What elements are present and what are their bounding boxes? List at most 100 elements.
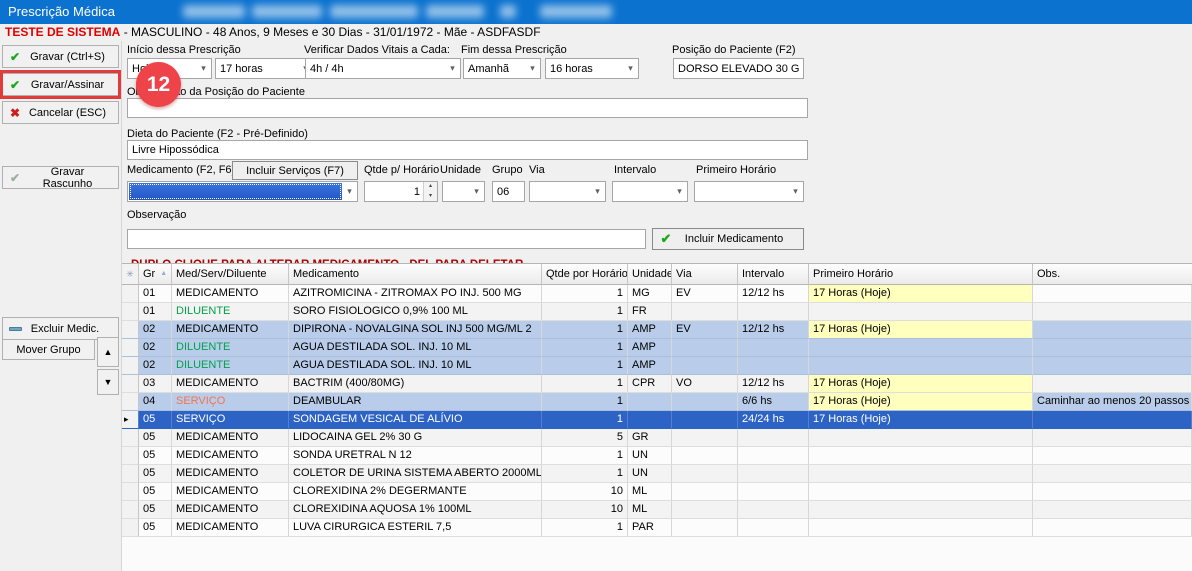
cell-obs xyxy=(1033,321,1192,339)
column-header-medicamento[interactable]: Medicamento xyxy=(289,264,542,285)
row-indicator xyxy=(122,321,139,339)
vitais-value: 4h / 4h xyxy=(310,63,344,75)
vitais-combobox[interactable]: 4h / 4h ▾ xyxy=(305,58,461,79)
incluir-servicos-label: Incluir Serviços (F7) xyxy=(246,165,344,177)
intervalo-combobox[interactable]: ▾ xyxy=(612,181,688,202)
cell-first-time xyxy=(809,465,1033,483)
posicao-label: Posição do Paciente (F2) xyxy=(672,44,796,56)
cell-route xyxy=(672,483,738,501)
table-row[interactable]: 01DILUENTESORO FISIOLOGICO 0,9% 100 ML1F… xyxy=(122,303,1192,321)
cell-unit: AMP xyxy=(628,339,672,357)
primeiro-label: Primeiro Horário xyxy=(696,164,776,176)
cell-type: MEDICAMENTO xyxy=(172,519,289,537)
column-header-unidade[interactable]: Unidade xyxy=(628,264,672,285)
cell-group: 05 xyxy=(139,429,172,447)
patient-details: - MASCULINO - 48 Anos, 9 Meses e 30 Dias… xyxy=(120,25,540,39)
primeiro-combobox[interactable]: ▾ xyxy=(694,181,804,202)
cell-unit: UN xyxy=(628,447,672,465)
save-button-label: Gravar (Ctrl+S) xyxy=(27,51,118,63)
chevron-down-icon: ▾ xyxy=(342,186,357,197)
observacao-input[interactable] xyxy=(127,229,646,249)
cell-unit xyxy=(628,411,672,429)
cell-qty: 1 xyxy=(542,339,628,357)
move-down-button[interactable]: ▼ xyxy=(97,369,119,395)
cell-qty: 1 xyxy=(542,465,628,483)
column-header-medserv[interactable]: Med/Serv/Diluente xyxy=(172,264,289,285)
cancel-button[interactable]: ✖ Cancelar (ESC) xyxy=(2,101,119,124)
grupo-input[interactable] xyxy=(492,181,525,202)
sidebar: ✔ Gravar (Ctrl+S) ✔ Gravar/Assinar ✖ Can… xyxy=(0,41,122,571)
fim-day-combobox[interactable]: Amanhã ▾ xyxy=(463,58,541,79)
cell-interval xyxy=(738,429,809,447)
cell-group: 05 xyxy=(139,483,172,501)
check-icon: ✔ xyxy=(653,231,679,247)
via-combobox[interactable]: ▾ xyxy=(529,181,606,202)
grupo-label: Grupo xyxy=(492,164,523,176)
table-row[interactable]: ▸05SERVIÇOSONDAGEM VESICAL DE ALÍVIO124/… xyxy=(122,411,1192,429)
table-row[interactable]: 02DILUENTEAGUA DESTILADA SOL. INJ. 10 ML… xyxy=(122,339,1192,357)
table-row[interactable]: 05MEDICAMENTOCLOREXIDINA 2% DEGERMANTE10… xyxy=(122,483,1192,501)
spin-up-icon[interactable]: ▴ xyxy=(424,182,437,192)
incluir-servicos-button[interactable]: Incluir Serviços (F7) xyxy=(232,161,358,180)
inicio-time-value: 17 horas xyxy=(220,63,263,75)
move-group-button[interactable]: Mover Grupo xyxy=(2,339,95,360)
save-draft-button[interactable]: ✔ Gravar Rascunho xyxy=(2,166,119,189)
dieta-label: Dieta do Paciente (F2 - Pré-Definido) xyxy=(127,128,308,140)
table-row[interactable]: 01MEDICAMENTOAZITROMICINA - ZITROMAX PO … xyxy=(122,285,1192,303)
table-row[interactable]: 03MEDICAMENTOBACTRIM (400/80MG)1CPRVO12/… xyxy=(122,375,1192,393)
patient-info-bar: TESTE DE SISTEMA - MASCULINO - 48 Anos, … xyxy=(0,24,1192,41)
table-row[interactable]: 05MEDICAMENTOSONDA URETRAL N 121UN xyxy=(122,447,1192,465)
save-draft-button-label: Gravar Rascunho xyxy=(27,166,118,190)
column-header-primeiro[interactable]: Primeiro Horário xyxy=(809,264,1033,285)
table-row[interactable]: 04SERVIÇODEAMBULAR16/6 hs17 Horas (Hoje)… xyxy=(122,393,1192,411)
redacted-text xyxy=(330,5,418,18)
cell-qty: 1 xyxy=(542,357,628,375)
cell-group: 04 xyxy=(139,393,172,411)
table-row[interactable]: 05MEDICAMENTOLUVA CIRURGICA ESTERIL 7,51… xyxy=(122,519,1192,537)
cell-first-time xyxy=(809,501,1033,519)
column-header-obs[interactable]: Obs. xyxy=(1033,264,1192,285)
cell-route xyxy=(672,357,738,375)
table-row[interactable]: 05MEDICAMENTOLIDOCAINA GEL 2% 30 G5GR xyxy=(122,429,1192,447)
posicao-combobox[interactable]: DORSO ELEVADO 30 G ▾ xyxy=(673,58,804,79)
dieta-input[interactable] xyxy=(127,140,808,160)
cell-medication: LUVA CIRURGICA ESTERIL 7,5 xyxy=(289,519,542,537)
table-row[interactable]: 05MEDICAMENTOCOLETOR DE URINA SISTEMA AB… xyxy=(122,465,1192,483)
save-button[interactable]: ✔ Gravar (Ctrl+S) xyxy=(2,45,119,68)
row-indicator xyxy=(122,501,139,519)
cell-first-time xyxy=(809,483,1033,501)
cancel-button-label: Cancelar (ESC) xyxy=(27,107,118,119)
column-header-qtde[interactable]: Qtde por Horário xyxy=(542,264,628,285)
cell-qty: 1 xyxy=(542,303,628,321)
via-label: Via xyxy=(529,164,545,176)
table-row[interactable]: 02MEDICAMENTODIPIRONA - NOVALGINA SOL IN… xyxy=(122,321,1192,339)
cell-first-time: 17 Horas (Hoje) xyxy=(809,393,1033,411)
cell-medication: CLOREXIDINA 2% DEGERMANTE xyxy=(289,483,542,501)
column-header-via[interactable]: Via xyxy=(672,264,738,285)
table-row[interactable]: 05MEDICAMENTOCLOREXIDINA AQUOSA 1% 100ML… xyxy=(122,501,1192,519)
move-up-button[interactable]: ▲ xyxy=(97,337,119,367)
stepper-arrows[interactable]: ▴ ▾ xyxy=(423,182,437,201)
inicio-time-combobox[interactable]: 17 horas ▾ xyxy=(215,58,314,79)
table-row[interactable]: 02DILUENTEAGUA DESTILADA SOL. INJ. 10 ML… xyxy=(122,357,1192,375)
posicao-value: DORSO ELEVADO 30 G xyxy=(678,63,799,75)
medicamento-combobox[interactable]: ▾ xyxy=(127,181,358,202)
cell-medication: BACTRIM (400/80MG) xyxy=(289,375,542,393)
cell-medication: AGUA DESTILADA SOL. INJ. 10 ML xyxy=(289,339,542,357)
column-header-gr[interactable]: Gr ▲ xyxy=(139,264,172,285)
cell-qty: 1 xyxy=(542,411,628,429)
cell-group: 05 xyxy=(139,519,172,537)
row-indicator xyxy=(122,285,139,303)
qtde-stepper[interactable]: 1 ▴ ▾ xyxy=(364,181,438,202)
check-icon: ✔ xyxy=(3,50,27,64)
unidade-combobox[interactable]: ▾ xyxy=(442,181,485,202)
cell-type: MEDICAMENTO xyxy=(172,321,289,339)
column-header-intervalo[interactable]: Intervalo xyxy=(738,264,809,285)
table-header: ✳ Gr ▲ Med/Serv/Diluente Medicamento Qtd… xyxy=(122,264,1192,285)
chevron-down-icon: ▾ xyxy=(590,186,605,197)
fim-time-combobox[interactable]: 16 horas ▾ xyxy=(545,58,639,79)
incluir-medicamento-button[interactable]: ✔ Incluir Medicamento xyxy=(652,228,804,250)
spin-down-icon[interactable]: ▾ xyxy=(424,192,437,202)
cell-obs xyxy=(1033,429,1192,447)
obs-posicao-input[interactable] xyxy=(127,98,808,118)
